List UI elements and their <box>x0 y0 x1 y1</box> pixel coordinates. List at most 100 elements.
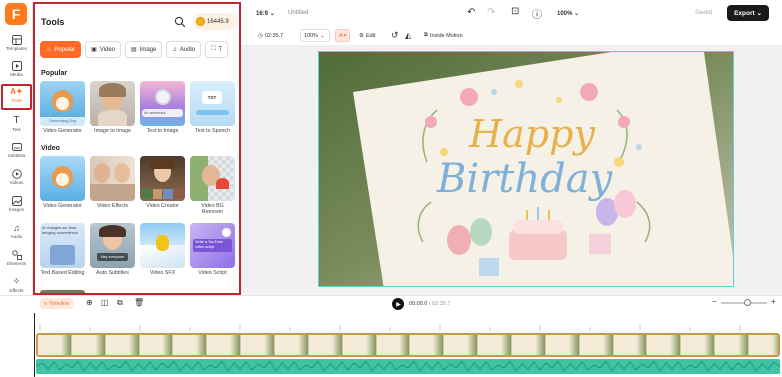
export-button[interactable]: Export ⌄ <box>727 5 769 21</box>
zoom-out-icon[interactable]: − <box>712 297 717 306</box>
time-readout: 00:00.0 / 02:35.7 <box>409 301 450 307</box>
rail-item-text[interactable]: T Text <box>1 115 32 139</box>
thumb-overlay: AI changes our lives, bringing convenien… <box>42 226 78 235</box>
rail-item-images[interactable]: Images <box>1 195 32 219</box>
rail-item-elements[interactable]: Elements <box>1 249 32 273</box>
rail-item-templates[interactable]: Templates <box>1 34 32 58</box>
screenshot-icon[interactable]: ⊡ <box>511 6 519 17</box>
tab-audio[interactable]: ♫ Audio <box>166 41 202 58</box>
rail-item-videos[interactable]: Videos <box>1 168 32 192</box>
duration-control[interactable]: ◷ 02:35.7 <box>255 29 293 42</box>
fire-icon: ♨ <box>46 47 52 53</box>
redo-icon[interactable]: ↷ <box>487 7 495 18</box>
ai-tools-icon: A✦ <box>10 87 23 96</box>
rail-label: Audio <box>10 234 23 239</box>
tool-card-text-to-image[interactable]: An astronaut Text to Image <box>140 81 185 134</box>
audio-clip[interactable] <box>36 359 780 374</box>
video-icon: ▣ <box>91 47 97 53</box>
app-logo[interactable]: F <box>5 3 27 25</box>
card-caption: Text to Image <box>146 128 179 134</box>
card-text-birthday: Birthday <box>436 156 614 202</box>
playhead[interactable] <box>34 313 35 377</box>
rail-label: Text <box>12 127 21 132</box>
thumbnail <box>40 156 85 201</box>
inside-motion-button[interactable]: ⧉ Inside Motion <box>421 29 473 42</box>
editor-app: F Templates Media A✦ Tools T Text Subtit… <box>0 0 782 377</box>
thumb-overlay: Generating Dog <box>40 117 85 126</box>
tool-card-text-based-editing[interactable]: AI changes our lives, bringing convenien… <box>40 223 85 276</box>
duplicate-icon[interactable]: ⧉ <box>117 298 123 308</box>
video-canvas[interactable]: Happy Birthday <box>318 51 734 287</box>
tool-card-video-sfx[interactable]: Video SFX <box>140 223 185 276</box>
time-separator: / <box>428 301 431 307</box>
scale-value: 100% <box>304 32 319 39</box>
edit-label: Edit <box>365 32 376 39</box>
undo-icon[interactable]: ↶ <box>467 7 475 18</box>
zoom-select[interactable]: 100% ⌄ <box>557 10 579 17</box>
help-icon[interactable]: ⓘ <box>532 6 542 21</box>
time-ruler <box>39 325 741 331</box>
card-caption: Video Script <box>198 270 227 276</box>
split-icon[interactable]: ◫ <box>101 298 109 307</box>
sliders-icon: ⚙ <box>359 32 364 39</box>
credits-badge[interactable]: 16445.9 <box>193 13 237 30</box>
chevron-down-icon: ⌄ <box>320 32 325 39</box>
tool-card-image-to-image[interactable]: Image to Image <box>90 81 135 134</box>
videos-icon <box>11 168 23 179</box>
card-caption: Image to Image <box>94 128 131 134</box>
motion-label: Inside Motion <box>429 32 463 39</box>
tool-card-video-bg-remover[interactable]: Video BG Remover <box>190 156 235 215</box>
play-button[interactable]: ▶ <box>392 298 404 310</box>
zoom-in-icon[interactable]: + <box>771 297 776 306</box>
tab-image[interactable]: ▤ Image <box>125 41 163 58</box>
rail-item-tools[interactable]: A✦ Tools <box>1 84 32 110</box>
current-time: 00:00.0 <box>409 301 428 307</box>
credits-value: 16445.9 <box>207 18 229 25</box>
edit-button[interactable]: ⚙ Edit <box>356 29 383 42</box>
tool-card-text-to-speech[interactable]: TXT Text to Speech <box>190 81 235 134</box>
aspect-ratio-value: 16:9 <box>256 11 269 17</box>
rail-item-media[interactable]: Media <box>1 60 32 84</box>
tab-popular[interactable]: ♨ Popular <box>40 41 82 58</box>
section-video: Video <box>41 145 60 152</box>
document-title[interactable]: Untitled <box>288 10 308 16</box>
rotate-icon[interactable]: ↺ <box>388 29 400 42</box>
slider-handle[interactable] <box>744 299 751 306</box>
card-caption: Video Creator <box>146 203 179 209</box>
timeline-zoom-slider[interactable] <box>721 299 767 306</box>
add-icon[interactable]: ⊕ <box>86 298 93 307</box>
thumbnail: TXT <box>190 81 235 126</box>
thumbnail <box>90 156 135 201</box>
media-icon <box>11 60 23 71</box>
rail-item-subtitles[interactable]: Subtitles <box>1 141 32 165</box>
tool-card-video-creator[interactable]: Video Creator <box>140 156 185 209</box>
card-text-happy: Happy <box>468 112 595 156</box>
card-caption: Video SFX <box>149 270 176 276</box>
aspect-ratio-select[interactable]: 16:9 ⌄ <box>256 10 275 17</box>
scale-select[interactable]: 100% ⌄ <box>300 29 330 42</box>
ai-magic-button[interactable]: A✦ <box>335 29 350 42</box>
export-label: Export <box>734 9 755 17</box>
delete-icon[interactable]: 🗑 <box>134 298 144 307</box>
tool-card-auto-subtitles[interactable]: Hey everyone Auto Subtitles <box>90 223 135 276</box>
flip-icon[interactable]: ◭ <box>402 29 414 42</box>
tool-card-video-script[interactable]: Write a YouTube video script Video Scrip… <box>190 223 235 276</box>
thumbnail <box>90 81 135 126</box>
tool-card-video-effects[interactable]: Video Effects <box>90 156 135 209</box>
tab-text[interactable]: ⛶ T <box>205 41 229 58</box>
tool-card-video-generator-2[interactable]: Video Generator <box>40 156 85 209</box>
video-clip[interactable] <box>36 333 780 357</box>
subtitles-icon <box>11 141 23 152</box>
search-icon[interactable] <box>174 15 186 28</box>
rail-label: Templates <box>6 46 27 51</box>
tab-video[interactable]: ▣ Video <box>85 41 121 58</box>
tab-label: Popular <box>54 46 76 53</box>
rail-item-audio[interactable]: ♫ Audio <box>1 222 32 246</box>
thumbnail: An astronaut <box>140 81 185 126</box>
card-caption: Text to Speech <box>194 128 231 134</box>
rail-label: Effects <box>9 288 24 293</box>
timeline-toggle-button[interactable]: ≡ Timeline <box>40 298 73 309</box>
tool-card-video-generator[interactable]: Generating Dog Video Generator <box>40 81 85 134</box>
clock-icon: ◷ <box>258 32 263 39</box>
rail-label: Images <box>8 207 25 212</box>
